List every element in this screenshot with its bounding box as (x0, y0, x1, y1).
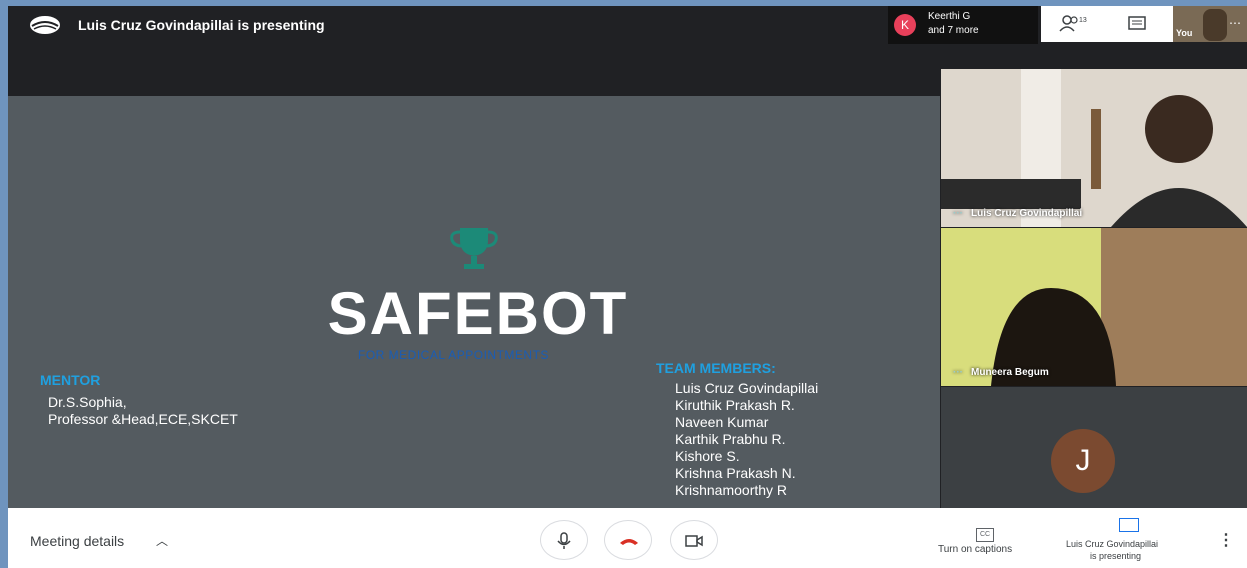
present-screen-icon[interactable] (1119, 518, 1139, 532)
mentor-name: Dr.S.Sophia, (48, 394, 127, 410)
list-item: Kiruthik Prakash R. (675, 397, 795, 413)
camera-icon (685, 535, 703, 547)
participant-name: ··· Luis Cruz Govindapillai (953, 208, 1083, 219)
top-right-controls: 13 (1041, 6, 1173, 42)
captions-button[interactable]: Turn on captions (938, 544, 1012, 555)
participant-name: ··· Muneera Begum (953, 367, 1049, 378)
end-call-icon (620, 539, 638, 545)
self-view-tile[interactable]: You ⋯ (1173, 6, 1247, 42)
notification-more: and 7 more (928, 25, 979, 36)
list-item: Kishore S. (675, 448, 740, 464)
mic-button[interactable] (540, 520, 588, 560)
participant-video (941, 69, 1247, 227)
present-icon (30, 16, 60, 34)
presenting-status-line2[interactable]: is presenting (1090, 551, 1141, 561)
self-video (1203, 9, 1227, 41)
list-item: Karthik Prabhu R. (675, 431, 786, 447)
slide-title: SAFEBOT (327, 280, 629, 347)
participant-tile[interactable]: ··· Luis Cruz Govindapillai (941, 69, 1247, 227)
team-heading: TEAM MEMBERS: (656, 360, 776, 376)
presenting-status-line1[interactable]: Luis Cruz Govindapillai (1066, 539, 1158, 549)
meet-window: Luis Cruz Govindapillai is presenting K … (8, 6, 1247, 568)
participant-video (941, 228, 1247, 386)
chat-icon[interactable] (1127, 16, 1147, 32)
list-item: Luis Cruz Govindapillai (675, 380, 819, 396)
participant-notification[interactable]: K Keerthi G and 7 more (888, 6, 1038, 44)
slide-subtitle: FOR MEDICAL APPOINTMENTS (358, 348, 549, 362)
team-members-list: Luis Cruz Govindapillai Kiruthik Prakash… (675, 380, 818, 499)
svg-text:13: 13 (1079, 17, 1087, 24)
list-item: Krishna Prakash N. (675, 465, 796, 481)
end-call-button[interactable] (604, 520, 652, 560)
mentor-role: Professor &Head,ECE,SKCET (48, 411, 238, 427)
trophy-icon (450, 228, 498, 269)
camera-button[interactable] (670, 520, 718, 560)
notification-name: Keerthi G (928, 11, 971, 22)
mentor-heading: MENTOR (40, 372, 101, 388)
bottom-controls-bar: Meeting details ︿ CC Turn on captions Lu… (8, 508, 1247, 568)
presenting-banner: Luis Cruz Govindapillai is presenting (78, 17, 325, 33)
meeting-details-button[interactable]: Meeting details (30, 533, 124, 549)
self-label: You (1176, 28, 1193, 38)
captions-icon[interactable]: CC (976, 528, 994, 542)
more-icon[interactable]: ⋮ (1218, 530, 1234, 550)
avatar: J (1051, 429, 1115, 493)
participant-tile[interactable]: J (941, 387, 1247, 508)
list-item: Naveen Kumar (675, 414, 769, 430)
participant-tile[interactable]: ··· Muneera Begum (941, 228, 1247, 386)
mic-icon (557, 532, 571, 549)
more-options-icon[interactable]: ⋯ (1229, 16, 1241, 30)
presentation-slide: SAFEBOT FOR MEDICAL APPOINTMENTS MENTOR … (8, 96, 940, 508)
list-item: Krishnamoorthy R (675, 482, 788, 498)
avatar: K (894, 14, 916, 36)
people-icon[interactable]: 13 (1059, 14, 1089, 34)
chevron-up-icon[interactable]: ︿ (156, 532, 168, 549)
